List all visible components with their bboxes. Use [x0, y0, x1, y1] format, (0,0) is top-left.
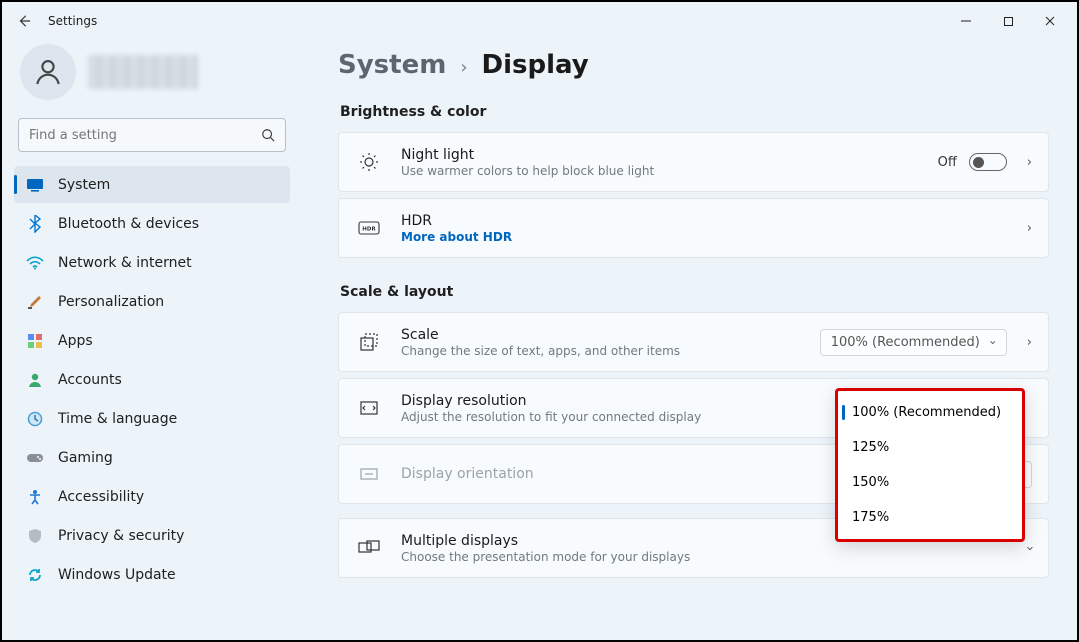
clock-icon [24, 408, 46, 430]
scale-option-125[interactable]: 125% [838, 430, 1022, 465]
card-desc: Choose the presentation mode for your di… [401, 550, 1019, 564]
scale-dropdown[interactable]: 100% (Recommended) 125% 150% 175% [835, 388, 1025, 542]
night-light-icon [355, 152, 383, 172]
scale-option-100[interactable]: 100% (Recommended) [838, 395, 1022, 430]
breadcrumb: System › Display [338, 50, 1049, 80]
breadcrumb-parent[interactable]: System [338, 50, 446, 80]
card-hdr[interactable]: HDR HDR More about HDR › [338, 198, 1049, 258]
nav-label: Windows Update [58, 567, 176, 583]
update-icon [24, 564, 46, 586]
maximize-button[interactable] [987, 6, 1029, 36]
nav-label: System [58, 177, 110, 193]
card-desc: Use warmer colors to help block blue lig… [401, 164, 938, 178]
scale-option-175[interactable]: 175% [838, 500, 1022, 535]
card-desc: Change the size of text, apps, and other… [401, 344, 820, 358]
nav-accessibility[interactable]: Accessibility [14, 478, 290, 515]
system-icon [24, 174, 46, 196]
nav-label: Bluetooth & devices [58, 216, 199, 232]
avatar [20, 44, 76, 100]
search-icon [261, 128, 275, 142]
nav-network[interactable]: Network & internet [14, 244, 290, 281]
nav-label: Gaming [58, 450, 113, 466]
card-title: Night light [401, 147, 938, 163]
nav-bluetooth[interactable]: Bluetooth & devices [14, 205, 290, 242]
chevron-right-icon[interactable]: › [1027, 221, 1032, 236]
nav-time-language[interactable]: Time & language [14, 400, 290, 437]
night-light-toggle[interactable] [969, 153, 1007, 171]
chevron-right-icon[interactable]: › [1027, 335, 1032, 350]
card-night-light[interactable]: Night light Use warmer colors to help bl… [338, 132, 1049, 192]
nav-label: Accounts [58, 372, 122, 388]
nav-label: Accessibility [58, 489, 144, 505]
nav-label: Network & internet [58, 255, 192, 271]
card-title: HDR [401, 213, 1019, 229]
scale-option-150[interactable]: 150% [838, 465, 1022, 500]
card-title: Scale [401, 327, 820, 343]
breadcrumb-current: Display [482, 50, 589, 80]
nav-system[interactable]: System [14, 166, 290, 203]
nav-privacy[interactable]: Privacy & security [14, 517, 290, 554]
nav-accounts[interactable]: Accounts [14, 361, 290, 398]
profile-block[interactable] [14, 40, 290, 110]
brush-icon [24, 291, 46, 313]
toggle-label: Off [938, 155, 957, 170]
resolution-icon [355, 400, 383, 416]
search-field[interactable] [29, 128, 261, 143]
orientation-icon [355, 466, 383, 482]
section-brightness-title: Brightness & color [340, 104, 1049, 120]
scale-icon [355, 332, 383, 352]
app-title: Settings [48, 14, 97, 28]
person-icon [24, 369, 46, 391]
card-scale[interactable]: Scale Change the size of text, apps, and… [338, 312, 1049, 372]
nav-windows-update[interactable]: Windows Update [14, 556, 290, 593]
nav-gaming[interactable]: Gaming [14, 439, 290, 476]
nav-label: Privacy & security [58, 528, 184, 544]
apps-icon [24, 330, 46, 352]
shield-icon [24, 525, 46, 547]
nav-label: Personalization [58, 294, 164, 310]
profile-name-redacted [88, 55, 198, 89]
gamepad-icon [24, 447, 46, 469]
nav-personalization[interactable]: Personalization [14, 283, 290, 320]
hdr-more-link[interactable]: More about HDR [401, 230, 1019, 244]
search-input[interactable] [18, 118, 286, 152]
close-button[interactable] [1029, 6, 1071, 36]
chevron-right-icon: › [460, 57, 467, 78]
multiple-displays-icon [355, 540, 383, 556]
nav-label: Apps [58, 333, 93, 349]
chevron-right-icon[interactable]: › [1027, 155, 1032, 170]
nav-label: Time & language [58, 411, 177, 427]
scale-select[interactable]: 100% (Recommended) [820, 329, 1007, 356]
nav-apps[interactable]: Apps [14, 322, 290, 359]
hdr-icon: HDR [355, 221, 383, 235]
bluetooth-icon [24, 213, 46, 235]
section-scale-title: Scale & layout [340, 284, 1049, 300]
back-button[interactable] [8, 5, 40, 37]
card-title: Display resolution [401, 393, 882, 409]
minimize-button[interactable] [945, 6, 987, 36]
wifi-icon [24, 252, 46, 274]
accessibility-icon [24, 486, 46, 508]
card-desc: Adjust the resolution to fit your connec… [401, 410, 882, 424]
chevron-down-icon[interactable]: › [1022, 545, 1037, 550]
svg-text:HDR: HDR [362, 227, 376, 233]
